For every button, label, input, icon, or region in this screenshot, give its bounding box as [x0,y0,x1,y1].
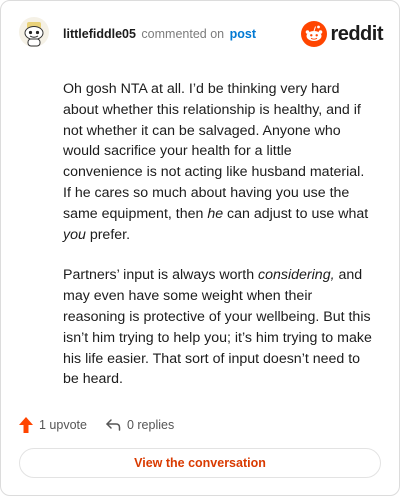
comment-header: littlefiddle05 commented on post reddit [19,17,383,51]
brand-name: reddit [330,22,383,45]
comment-text: prefer. [85,226,131,243]
comment-emphasis: he [207,205,224,222]
replies-count: 0 replies [126,418,175,432]
comment-actions: 1 upvote 0 replies [19,415,192,435]
upvote-arrow-icon [19,417,33,433]
comment-paragraph-2: Partners’ input is always worth consider… [63,265,373,390]
post-link[interactable]: post [230,27,256,41]
comment-meta: littlefiddle05 commented on post [63,27,256,41]
view-conversation-button[interactable]: View the conversation [19,448,381,478]
snoo-avatar-icon[interactable] [19,17,49,47]
comment-text: and may even have some weight when their… [63,267,372,388]
comment-text: can adjust to use what [223,205,369,222]
reddit-logo-icon [301,21,328,47]
reply-arrow-icon [106,419,121,431]
comment-text: Oh gosh NTA at all. I’d be thinking very… [63,81,365,222]
upvote-count: 1 upvote [39,418,87,432]
comment-text: Partners’ input is always worth [63,267,259,284]
username-link[interactable]: littlefiddle05 [63,27,136,41]
comment-embed-card: littlefiddle05 commented on post reddit … [0,0,400,496]
comment-emphasis: considering, [258,267,335,284]
reddit-brand[interactable]: reddit [301,21,383,47]
comment-emphasis: you [63,226,86,243]
comment-paragraph-1: Oh gosh NTA at all. I’d be thinking very… [63,79,373,245]
upvote-button[interactable]: 1 upvote [19,417,87,433]
replies-button[interactable]: 0 replies [105,418,174,432]
comment-body: Oh gosh NTA at all. I’d be thinking very… [63,79,373,410]
commented-on-text: commented on [141,27,225,41]
